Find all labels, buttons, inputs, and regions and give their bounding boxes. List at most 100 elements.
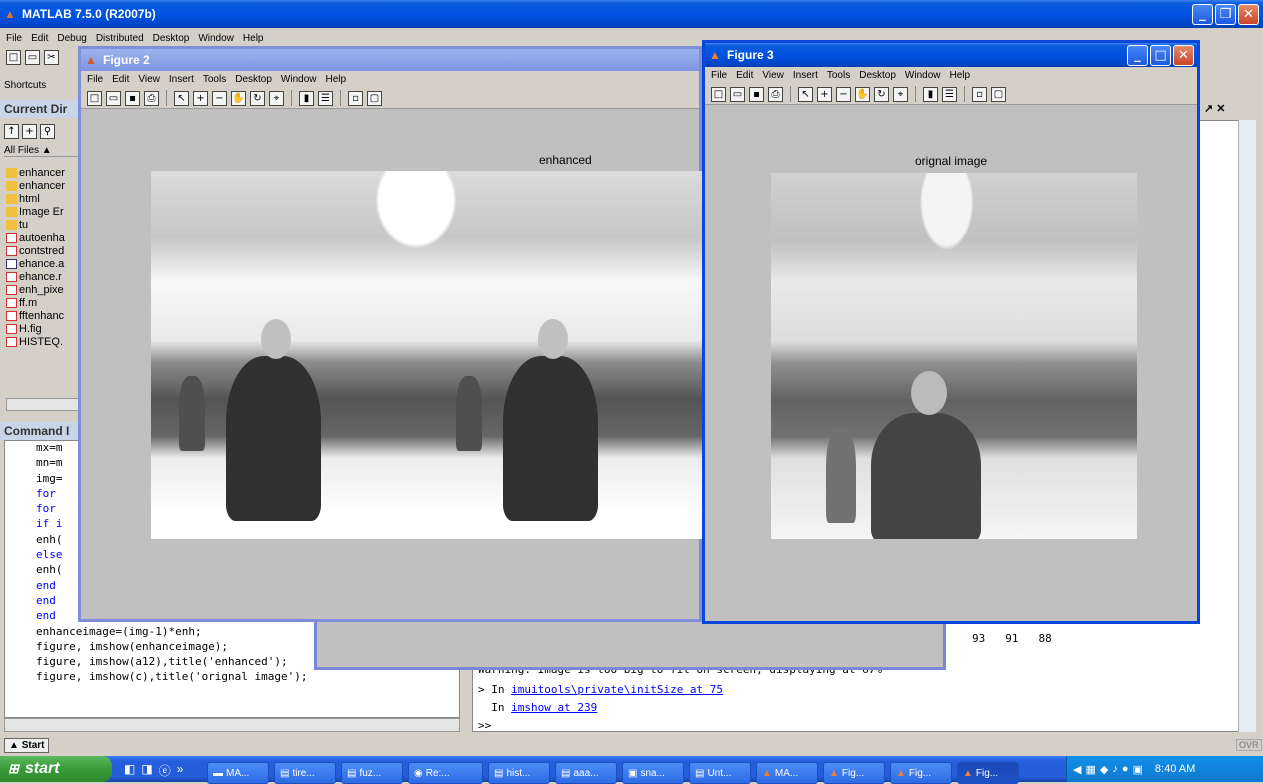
taskbar-button[interactable]: ▤ hist... [488,762,550,784]
menu-window[interactable]: Window [198,33,234,44]
fig3-minimize-button[interactable]: _ [1127,44,1148,66]
save-icon[interactable]: ▪ [125,90,140,106]
fig2-menu-view[interactable]: View [138,74,160,85]
taskbar-button[interactable]: ▲ MA... [756,762,818,784]
list-item[interactable]: fftenhanc [6,309,80,322]
volume-icon[interactable]: ♪ [1112,763,1118,775]
restore-button[interactable]: ❐ [1215,3,1236,25]
zoom-in-icon[interactable]: + [817,86,832,102]
figure2-titlebar[interactable]: ▲ Figure 2 [81,49,699,71]
fig3-menu-edit[interactable]: Edit [736,70,753,81]
data-cursor-icon[interactable]: ⌖ [269,90,284,106]
show-plot-tools-icon[interactable]: ▢ [367,90,382,106]
find-icon[interactable]: ⚲ [40,124,55,139]
clock[interactable]: 8:40 AM [1155,763,1195,775]
undock-icon[interactable]: ↗ [1204,103,1213,115]
taskbar-button[interactable]: ▲ Fig... [890,762,952,784]
taskbar-button[interactable]: ▤ fuz... [341,762,403,784]
fig2-menu-tools[interactable]: Tools [203,74,226,85]
taskbar-button[interactable]: ◉ Re:... [408,762,483,784]
pan-icon[interactable]: ✋ [855,86,870,102]
pointer-icon[interactable]: ↖ [174,90,189,106]
fig2-menu-file[interactable]: File [87,74,103,85]
close-button[interactable]: ✕ [1238,3,1259,25]
save-icon[interactable]: ▪ [749,86,764,102]
taskbar-button[interactable]: ▤ tire... [274,762,336,784]
list-item[interactable]: H.fig [6,322,80,335]
list-item[interactable]: ff.m [6,296,80,309]
close-pane-icon[interactable]: ✕ [1216,103,1225,115]
print-icon[interactable]: ⎙ [144,90,159,106]
ie-icon[interactable]: ⓔ [159,762,171,779]
open-folder-icon[interactable]: ▭ [25,50,40,65]
print-icon[interactable]: ⎙ [768,86,783,102]
colorbar-icon[interactable]: ▮ [299,90,314,106]
chevron-icon[interactable]: » [177,762,184,779]
legend-icon[interactable]: ☰ [942,86,957,102]
list-item[interactable]: html [6,192,80,205]
windows-start-button[interactable]: ⊞ start [0,756,112,782]
figure3-window[interactable]: ▲ Figure 3 _ □ ✕ File Edit View Insert T… [702,40,1200,624]
history-hscrollbar[interactable] [4,718,460,732]
up-folder-icon[interactable]: ↑ [4,124,19,139]
figure3-titlebar[interactable]: ▲ Figure 3 _ □ ✕ [705,43,1197,67]
fig3-menu-view[interactable]: View [762,70,784,81]
fig3-menu-help[interactable]: Help [950,70,971,81]
open-icon[interactable]: ▭ [730,86,745,102]
colorbar-icon[interactable]: ▮ [923,86,938,102]
list-item[interactable]: HISTEQ. [6,335,80,348]
pan-icon[interactable]: ✋ [231,90,246,106]
new-file-icon[interactable]: □ [6,50,21,65]
menu-edit[interactable]: Edit [31,33,48,44]
list-item[interactable]: ehance.a [6,257,80,270]
shortcuts-label[interactable]: Shortcuts [4,80,46,91]
open-icon[interactable]: ▭ [106,90,121,106]
hide-plot-tools-icon[interactable]: ▫ [972,86,987,102]
legend-icon[interactable]: ☰ [318,90,333,106]
quicklaunch-icon[interactable]: ◧ [124,762,135,779]
fig2-menu-help[interactable]: Help [326,74,347,85]
figure2-window[interactable]: ▲ Figure 2 File Edit View Insert Tools D… [78,46,703,622]
menu-distributed[interactable]: Distributed [96,33,144,44]
hide-plot-tools-icon[interactable]: ▫ [348,90,363,106]
network-icon[interactable]: ▦ [1085,763,1095,776]
taskbar-button-active[interactable]: ▲ Fig... [957,762,1019,784]
fig2-menu-window[interactable]: Window [281,74,317,85]
fig3-menu-insert[interactable]: Insert [793,70,818,81]
update-icon[interactable]: ▣ [1133,763,1143,776]
list-item[interactable]: contstred [6,244,80,257]
list-item[interactable]: enh_pixe [6,283,80,296]
cmd-prompt[interactable]: >> [478,719,491,732]
new-figure-icon[interactable]: □ [87,90,102,106]
new-figure-icon[interactable]: □ [711,86,726,102]
security-icon[interactable]: ● [1122,763,1129,775]
fig3-menu-desktop[interactable]: Desktop [859,70,896,81]
list-item[interactable]: ehance.r [6,270,80,283]
taskbar-button[interactable]: ▤ aaa... [555,762,617,784]
fig2-menu-edit[interactable]: Edit [112,74,129,85]
list-item[interactable]: enhancer [6,166,80,179]
zoom-out-icon[interactable]: − [836,86,851,102]
rotate-icon[interactable]: ↻ [874,86,889,102]
quicklaunch-icon[interactable]: ◨ [141,762,152,779]
fig3-close-button[interactable]: ✕ [1173,44,1194,66]
tray-arrow-icon[interactable]: ◀ [1073,763,1081,776]
taskbar-button[interactable]: ▤ Unt... [689,762,751,784]
fig2-menu-desktop[interactable]: Desktop [235,74,272,85]
list-item[interactable]: tu [6,218,80,231]
imshow-link[interactable]: imshow at 239 [511,701,597,714]
fig3-menu-file[interactable]: File [711,70,727,81]
antivirus-icon[interactable]: ◆ [1100,763,1108,776]
list-item[interactable]: autoenha [6,231,80,244]
list-item[interactable]: Image Er [6,205,80,218]
list-item[interactable]: enhancer [6,179,80,192]
show-plot-tools-icon[interactable]: ▢ [991,86,1006,102]
fig2-menu-insert[interactable]: Insert [169,74,194,85]
initsize-link[interactable]: imuitools\private\initSize at 75 [511,683,723,696]
data-cursor-icon[interactable]: ⌖ [893,86,908,102]
cut-icon[interactable]: ✂ [44,50,59,65]
code-line[interactable]: figure, imshow(c),title('orignal image')… [36,669,456,684]
taskbar-button[interactable]: ▬ MA... [207,762,269,784]
fig3-menu-tools[interactable]: Tools [827,70,850,81]
taskbar-button[interactable]: ▣ sna... [622,762,684,784]
